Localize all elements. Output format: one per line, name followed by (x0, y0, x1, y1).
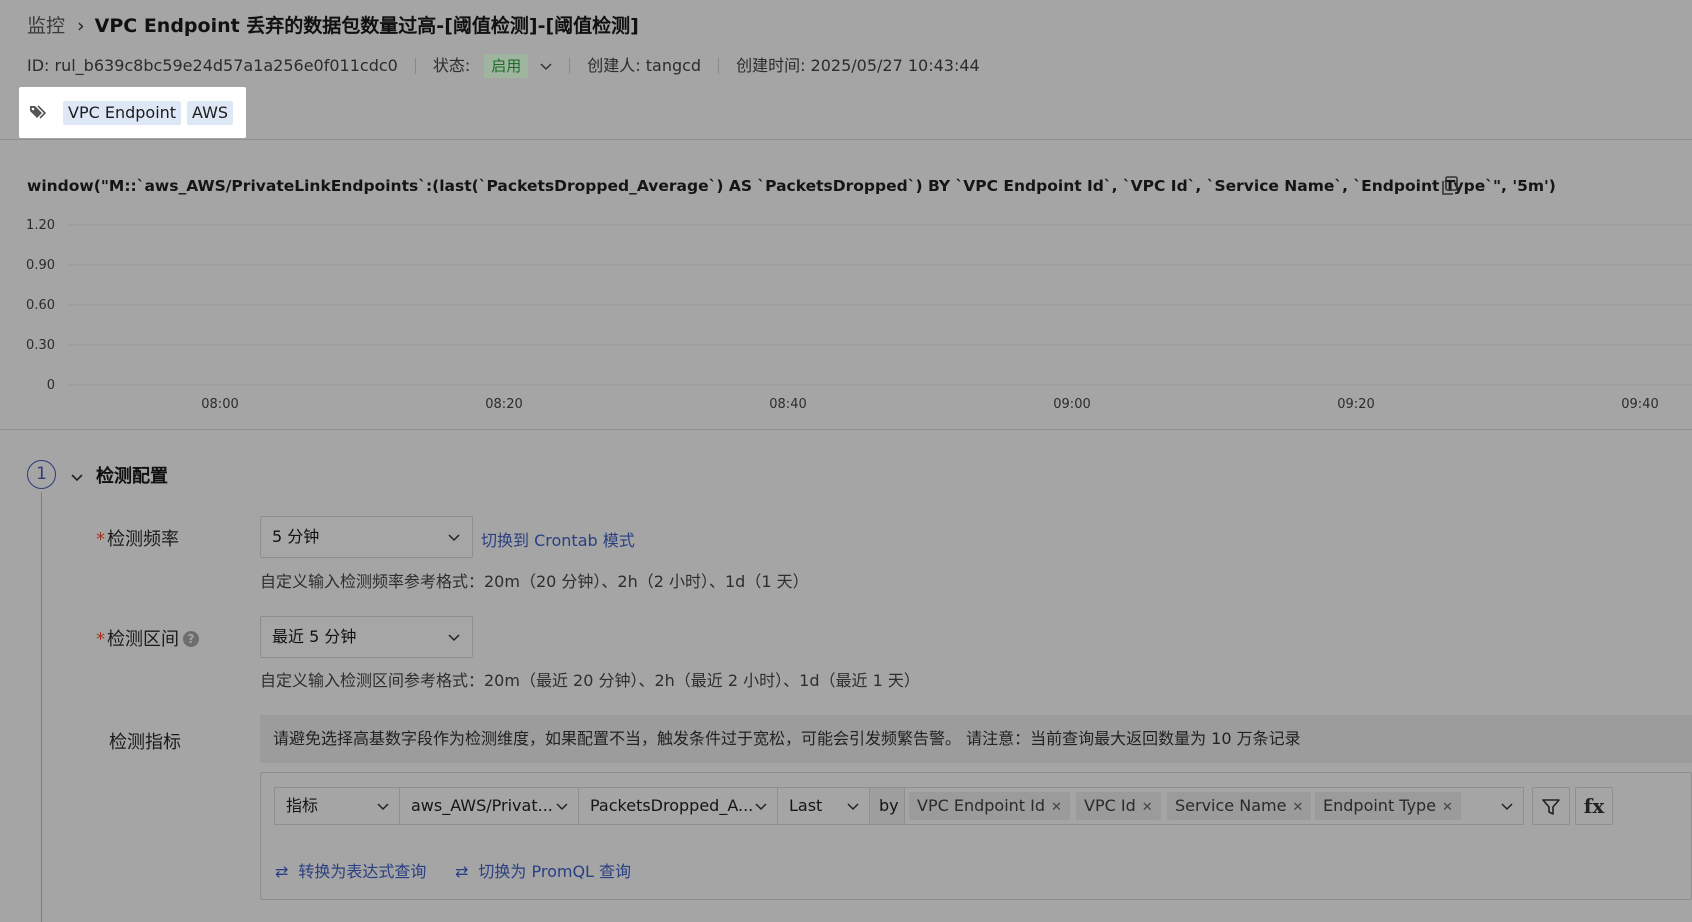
tag-aws[interactable]: AWS (187, 101, 234, 125)
function-button[interactable]: fx (1575, 787, 1613, 825)
measurement-value: aws_AWS/Privat... (411, 796, 553, 815)
convert-promql-link[interactable]: ⇄ 切换为 PromQL 查询 (455, 858, 631, 882)
threshold-chart: 1.20 0.90 0.60 0.30 0 08:00 08:20 08:40 09:00 09:… (0, 214, 1692, 419)
frequency-label-text: 检测频率 (107, 529, 179, 550)
aggregation-select[interactable]: Last (777, 787, 870, 825)
interval-select[interactable]: 最近 5 分钟 (260, 616, 473, 658)
field-value: PacketsDropped_A... (590, 796, 754, 815)
x-tick-label: 09:40 (1621, 397, 1658, 412)
close-icon[interactable]: ✕ (1442, 800, 1453, 815)
metric-label: 检测指标 (109, 732, 181, 753)
section-title: 检测配置 (96, 466, 168, 487)
divider (569, 58, 571, 74)
status-chevron-down-icon[interactable] (540, 54, 552, 78)
chevron-down-icon (377, 788, 389, 824)
chevron-down-icon (448, 517, 460, 557)
status-label: 状态: (432, 56, 471, 75)
y-tick-label: 0.60 (26, 298, 55, 313)
status-badge[interactable]: 启用 (484, 54, 529, 78)
breadcrumb: 监控 › VPC Endpoint 丢弃的数据包数量过高-[阈值检测]-[阈值检测] (27, 13, 639, 39)
breadcrumb-root-link[interactable]: 监控 (27, 15, 65, 37)
frequency-hint: 自定义输入检测频率参考格式：20m（20 分钟）、2h（2 小时）、1d（1 天… (260, 572, 809, 591)
chip-label: VPC Id (1084, 796, 1136, 815)
divider (0, 429, 1692, 430)
interval-value: 最近 5 分钟 (272, 627, 357, 646)
group-by-chip[interactable]: VPC Endpoint Id ✕ (909, 792, 1070, 820)
convert-expression-label: 转换为表达式查询 (298, 862, 427, 881)
chart-svg: 1.20 0.90 0.60 0.30 0 08:00 08:20 08:40 09:00 09:… (26, 218, 1692, 412)
close-icon[interactable]: ✕ (1142, 800, 1153, 815)
x-tick-label: 09:20 (1337, 397, 1374, 412)
creator: 创建人: tangcd (587, 56, 702, 75)
collapse-chevron-down-icon[interactable] (71, 467, 83, 486)
help-icon[interactable]: ? (183, 631, 199, 647)
group-by-chip[interactable]: VPC Id ✕ (1076, 792, 1161, 820)
step-number-badge: 1 (27, 460, 56, 489)
metric-warning: 请避免选择高基数字段作为检测维度，如果配置不当，触发条件过于宽松，可能会引发频繁… (260, 715, 1692, 763)
convert-expression-link[interactable]: ⇄ 转换为表达式查询 (275, 858, 426, 882)
chevron-down-icon (448, 617, 460, 657)
x-tick-label: 09:00 (1053, 397, 1090, 412)
x-tick-label: 08:00 (201, 397, 238, 412)
swap-icon: ⇄ (455, 862, 469, 881)
query-type-select[interactable]: 指标 (274, 787, 400, 825)
frequency-select[interactable]: 5 分钟 (260, 516, 473, 558)
filter-button[interactable] (1532, 787, 1570, 825)
field-select[interactable]: PacketsDropped_A... (578, 787, 778, 825)
copy-icon[interactable] (1441, 176, 1459, 200)
chip-label: Service Name (1175, 796, 1287, 815)
chip-label: Endpoint Type (1323, 796, 1437, 815)
chevron-down-icon (847, 788, 859, 824)
query-type-value: 指标 (286, 796, 319, 815)
rule-meta: ID: rul_b639c8bc59e24d57a1a256e0f011cdc0… (27, 54, 980, 78)
query-expression: window("M::`aws_AWS/PrivateLinkEndpoints… (27, 177, 1556, 195)
chevron-down-icon (755, 788, 767, 824)
x-tick-label: 08:40 (769, 397, 806, 412)
chip-label: VPC Endpoint Id (917, 796, 1046, 815)
aggregation-value: Last (789, 796, 823, 815)
frequency-value: 5 分钟 (272, 527, 320, 546)
divider (0, 139, 1692, 140)
by-label: by (869, 787, 905, 825)
y-tick-label: 0.90 (26, 258, 55, 273)
frequency-label: * 检测频率 (96, 525, 179, 551)
close-icon[interactable]: ✕ (1292, 800, 1303, 815)
required-mark: * (96, 629, 105, 650)
interval-label-text: 检测区间 (107, 629, 179, 650)
divider (718, 58, 720, 74)
filter-icon (1541, 799, 1561, 821)
y-tick-label: 1.20 (26, 218, 55, 233)
breadcrumb-separator-icon: › (77, 15, 85, 37)
required-mark: * (96, 529, 105, 550)
switch-crontab-link[interactable]: 切换到 Crontab 模式 (481, 527, 635, 551)
tag-vpc-endpoint[interactable]: VPC Endpoint (63, 101, 182, 125)
swap-icon: ⇄ (275, 862, 289, 881)
rule-id: ID: rul_b639c8bc59e24d57a1a256e0f011cdc0 (27, 56, 398, 75)
convert-promql-label: 切换为 PromQL 查询 (478, 862, 632, 881)
divider (414, 58, 416, 74)
group-by-chip[interactable]: Endpoint Type ✕ (1315, 792, 1461, 820)
interval-label: * 检测区间? (96, 625, 199, 651)
page-title: VPC Endpoint 丢弃的数据包数量过高-[阈值检测]-[阈值检测] (94, 15, 639, 37)
y-tick-label: 0 (47, 378, 55, 393)
group-by-chip[interactable]: Service Name ✕ (1167, 792, 1312, 820)
chevron-down-icon (556, 788, 568, 824)
x-tick-label: 08:20 (485, 397, 522, 412)
tag-icon (29, 104, 48, 125)
created-time: 创建时间: 2025/05/27 10:43:44 (736, 56, 980, 75)
close-icon[interactable]: ✕ (1051, 800, 1062, 815)
interval-hint: 自定义输入检测区间参考格式：20m（最近 20 分钟）、2h（最近 2 小时）、… (260, 671, 920, 690)
measurement-select[interactable]: aws_AWS/Privat... (399, 787, 579, 825)
chevron-down-icon (1501, 788, 1513, 824)
y-tick-label: 0.30 (26, 338, 55, 353)
step-connector-line (41, 492, 42, 922)
